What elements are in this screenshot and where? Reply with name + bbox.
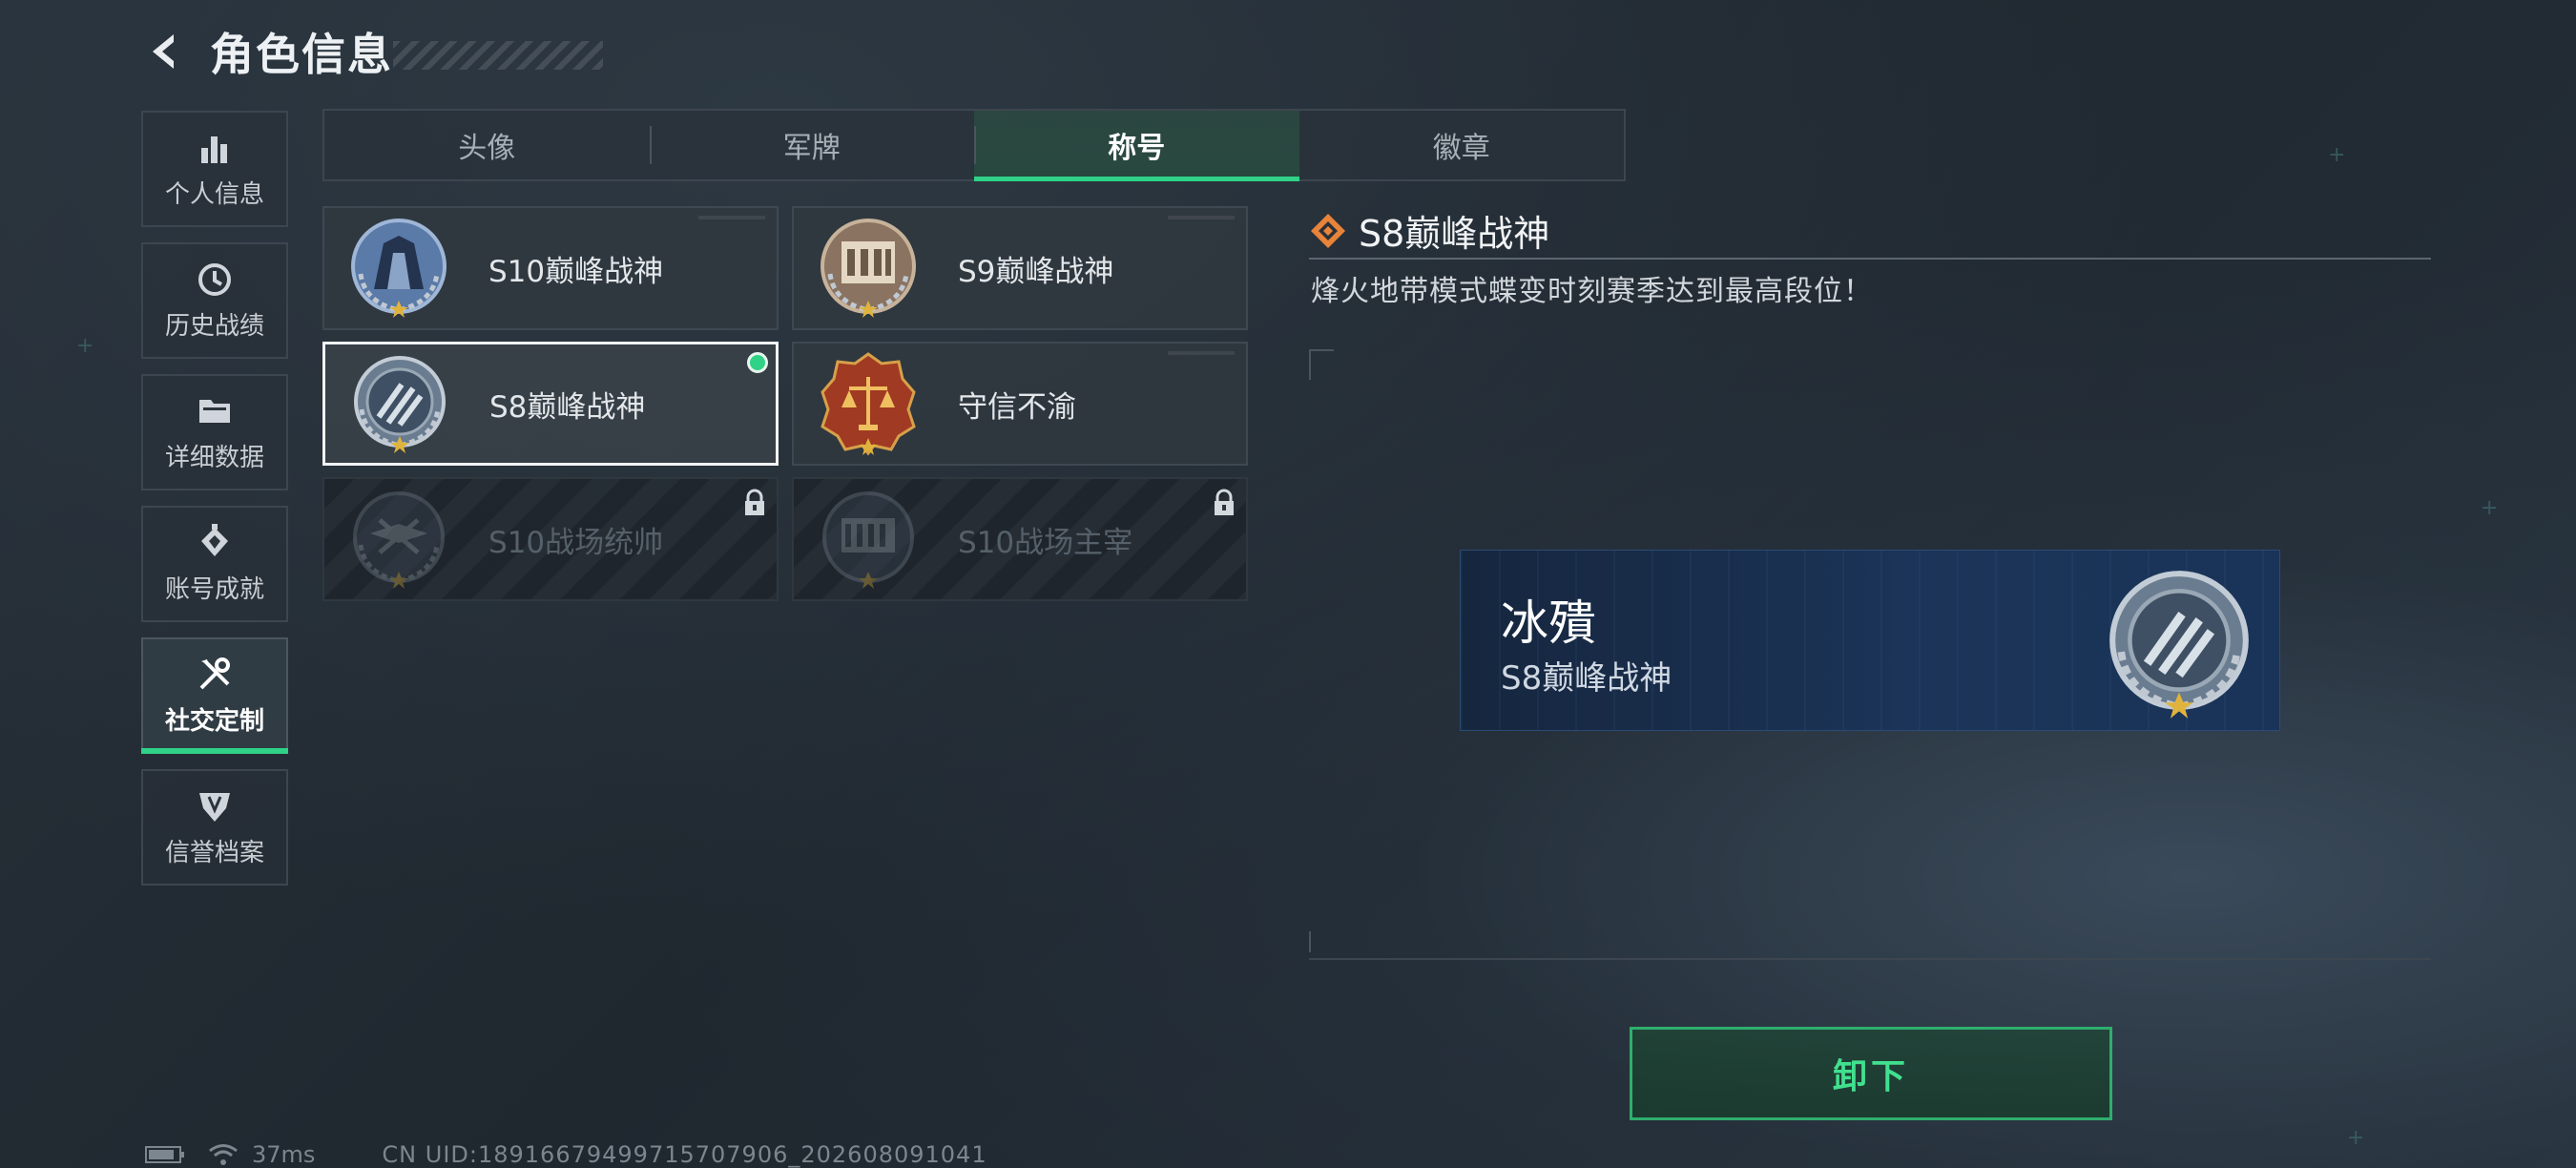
detail-description: 烽火地带模式蝶变时刻赛季达到最高段位！ xyxy=(1311,275,1873,308)
title-card-s10-commander[interactable]: S10战场统帅 xyxy=(322,477,779,601)
sidebar-item-label: 账号成就 xyxy=(164,574,264,604)
preview-title: S8巅峰战神 xyxy=(1501,659,1672,698)
sidebar-item-label: 社交定制 xyxy=(164,706,264,736)
player-name: 冰殨 xyxy=(1501,595,1596,651)
title-card-name: 守信不渝 xyxy=(958,389,1076,425)
title-card-trustworthy[interactable]: 守信不渝 xyxy=(792,342,1248,466)
peak-warrior-s10-emblem-icon xyxy=(351,219,447,318)
lock-icon xyxy=(745,489,764,515)
peak-warrior-s9-emblem-icon xyxy=(821,219,916,318)
sidebar-item-personal-info[interactable]: 个人信息 xyxy=(141,111,288,227)
title-preview-card: 冰殨 S8巅峰战神 xyxy=(1460,550,2280,731)
title-card-s10-ruler[interactable]: S10战场主宰 xyxy=(792,477,1248,601)
sidebar-item-label: 信誉档案 xyxy=(164,838,264,867)
title-card-name: S9巅峰战神 xyxy=(958,254,1114,289)
title-card-s8-peak[interactable]: S8巅峰战神 xyxy=(322,342,779,466)
folder-icon xyxy=(199,399,230,423)
sidebar-item-label: 个人信息 xyxy=(164,179,264,209)
tab-title[interactable]: 称号 xyxy=(974,111,1299,181)
detail-divider xyxy=(1309,258,2431,260)
peak-warrior-s8-emblem-icon xyxy=(2109,571,2249,719)
title-decoration xyxy=(393,41,603,70)
preview-frame-corner xyxy=(1309,931,1324,952)
preview-frame-corner xyxy=(1309,349,1334,380)
diamond-rank-icon xyxy=(1311,213,1345,248)
tab-avatar[interactable]: 头像 xyxy=(324,111,650,179)
sidebar: 个人信息 历史战绩 详细数据 账号成就 社交定制 信誉档案 xyxy=(141,111,292,901)
scales-emblem-icon xyxy=(821,352,916,456)
user-uid: CN UID:18916679499715707906_202608091041 xyxy=(382,1141,987,1168)
detail-title: S8巅峰战神 xyxy=(1359,213,1550,255)
sidebar-item-achievements[interactable]: 账号成就 xyxy=(141,506,288,622)
detail-header: S8巅峰战神 xyxy=(1309,204,1549,257)
unequip-button[interactable]: 卸下 xyxy=(1630,1027,2112,1120)
preview-frame-bottom xyxy=(1309,958,2431,960)
card-microtext xyxy=(698,216,765,219)
tools-icon xyxy=(199,657,230,689)
sidebar-item-label: 详细数据 xyxy=(164,443,264,472)
decor-cross: + xyxy=(2328,143,2346,167)
battlefield-ruler-emblem-icon xyxy=(822,491,914,589)
sidebar-item-detailed-data[interactable]: 详细数据 xyxy=(141,374,288,490)
achievement-icon xyxy=(201,523,228,556)
sidebar-item-social-custom[interactable]: 社交定制 xyxy=(141,637,288,754)
card-microtext xyxy=(1168,351,1235,355)
tab-badge[interactable]: 徽章 xyxy=(1299,111,1625,179)
peak-warrior-s8-emblem-icon xyxy=(354,356,446,453)
card-microtext xyxy=(1168,216,1235,219)
page-title: 角色信息 xyxy=(210,29,393,80)
title-card-name: S8巅峰战神 xyxy=(489,389,646,425)
credit-shield-icon xyxy=(199,792,230,822)
ping-value: 37ms xyxy=(252,1141,316,1168)
battlefield-commander-emblem-icon xyxy=(353,491,445,589)
title-card-s9-peak[interactable]: S9巅峰战神 xyxy=(792,206,1248,330)
title-card-s10-peak[interactable]: S10巅峰战神 xyxy=(322,206,779,330)
back-button[interactable] xyxy=(141,27,191,76)
back-arrow-icon xyxy=(153,34,174,69)
unequip-label: 卸下 xyxy=(1832,1057,1909,1096)
sidebar-item-credit-profile[interactable]: 信誉档案 xyxy=(141,769,288,886)
sidebar-item-history[interactable]: 历史战绩 xyxy=(141,242,288,359)
title-card-name: S10巅峰战神 xyxy=(488,254,664,289)
tab-dogtag[interactable]: 军牌 xyxy=(649,111,975,179)
page-header: 角色信息 xyxy=(141,23,603,80)
decor-cross: + xyxy=(76,334,94,358)
wifi-icon xyxy=(209,1144,238,1165)
equipped-indicator xyxy=(747,352,768,373)
tab-bar: 头像 军牌 称号 徽章 xyxy=(322,109,1626,181)
title-card-name: S10战场主宰 xyxy=(958,525,1133,560)
sidebar-item-label: 历史战绩 xyxy=(164,311,264,341)
decor-cross: + xyxy=(2481,496,2499,520)
bar-chart-icon xyxy=(201,136,227,163)
history-clock-icon xyxy=(198,262,231,296)
lock-icon xyxy=(1215,489,1234,515)
status-bar: 37ms CN UID:18916679499715707906_2026080… xyxy=(145,1141,987,1168)
title-card-name: S10战场统帅 xyxy=(488,525,664,560)
battery-icon xyxy=(145,1146,184,1163)
decor-cross: + xyxy=(2347,1126,2365,1150)
